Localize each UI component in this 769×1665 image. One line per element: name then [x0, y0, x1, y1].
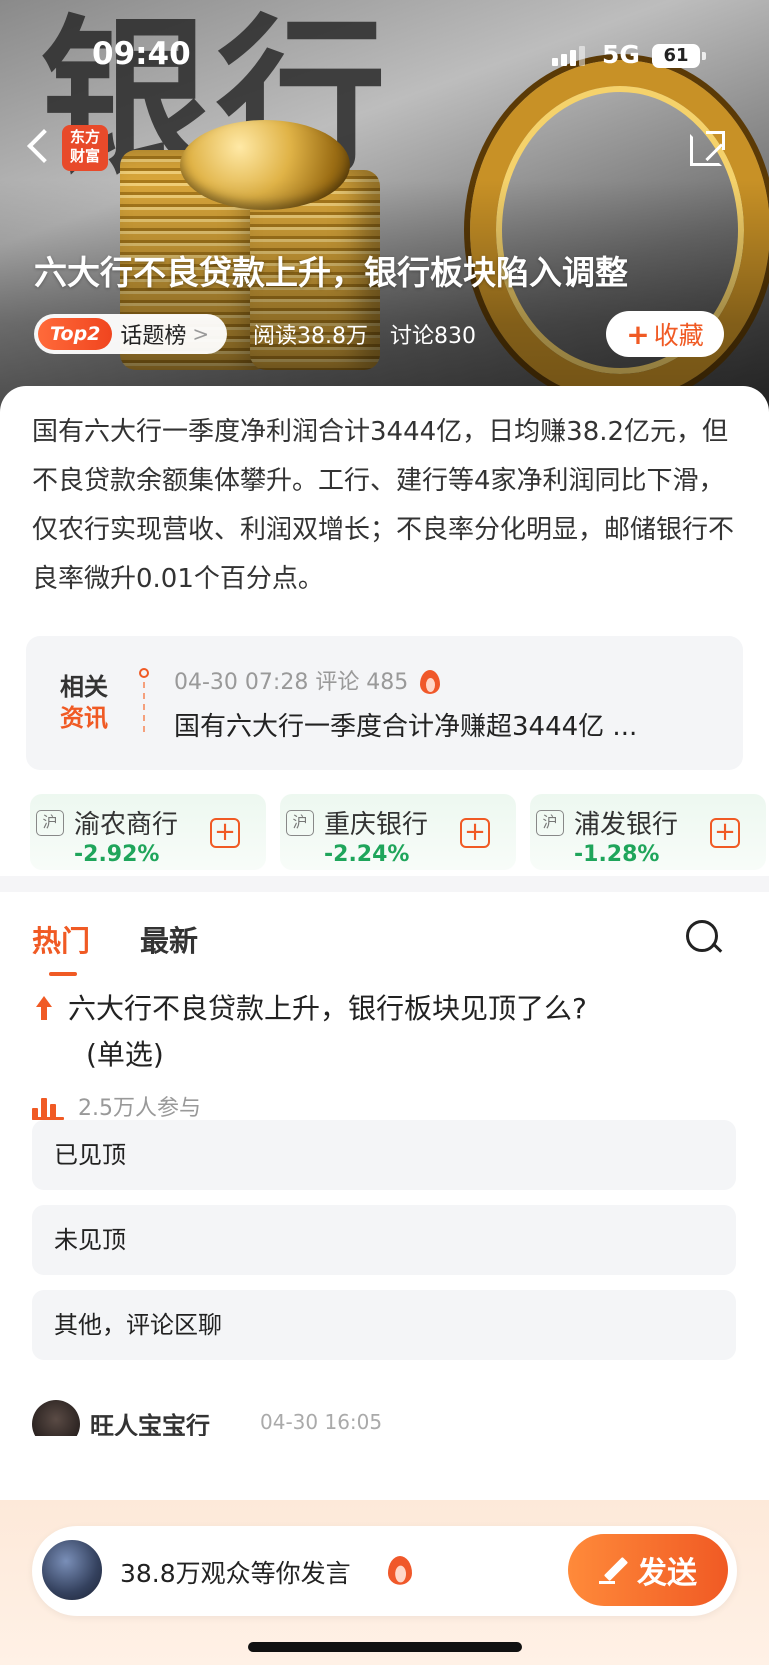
- comment-preview[interactable]: 旺人宝宝行 04-30 16:05: [32, 1396, 732, 1436]
- topic-title: 六大行不良贷款上升，银行板块陷入调整: [34, 253, 628, 292]
- composer-placeholder[interactable]: 38.8万观众等你发言: [120, 1554, 351, 1590]
- back-icon[interactable]: [24, 126, 56, 170]
- chevron-right-icon: >: [192, 322, 210, 346]
- send-label: 发送: [637, 1556, 697, 1591]
- avatar: [40, 1538, 104, 1602]
- add-watchlist-icon[interactable]: +: [710, 818, 740, 848]
- status-bar: 09:40 5G 61: [0, 36, 769, 76]
- send-button[interactable]: 发送: [568, 1534, 728, 1606]
- stock-name: 渝农商行: [74, 810, 179, 840]
- market-badge: 沪: [36, 810, 64, 836]
- favorite-label: 收藏: [653, 321, 704, 350]
- favorite-button[interactable]: + 收藏: [606, 311, 724, 357]
- section-divider: [0, 876, 769, 892]
- comment-tabs: 热门 最新: [32, 902, 732, 982]
- add-watchlist-icon[interactable]: +: [460, 818, 490, 848]
- comment-composer[interactable]: 38.8万观众等你发言 发送: [32, 1526, 737, 1616]
- topic-stats: 阅读38.8万 讨论830: [253, 318, 476, 350]
- stock-change: -2.92%: [74, 842, 160, 867]
- topic-rank-badge[interactable]: Top2 话题榜 >: [34, 314, 228, 354]
- fire-icon: [418, 666, 442, 694]
- timeline-dot-icon: [138, 668, 150, 732]
- bar-chart-icon: [32, 1094, 64, 1120]
- related-news-meta: 04-30 07:28 评论 485: [174, 664, 442, 696]
- related-stocks: 沪 渝农商行 -2.92% + 沪 重庆银行 -2.24% + 沪 浦发银行 -…: [30, 794, 769, 874]
- stock-card[interactable]: 沪 渝农商行 -2.92% +: [30, 794, 266, 870]
- status-time: 09:40: [92, 36, 191, 72]
- trending-up-icon: [32, 996, 56, 1020]
- topic-summary: 国有六大行一季度净利润合计3444亿，日均赚38.2亿元，但不良贷款余额集体攀升…: [32, 417, 735, 594]
- home-indicator: [248, 1642, 522, 1652]
- comment-author: 旺人宝宝行: [90, 1412, 210, 1436]
- fire-icon: [386, 1551, 415, 1585]
- search-icon[interactable]: [686, 920, 722, 956]
- hero-banner: 银行 09:40 5G 61 东方 财富 六大行不良贷款上升，银行板块陷入调整 T…: [0, 0, 769, 420]
- market-badge: 沪: [286, 810, 314, 836]
- poll-participants: 2.5万人参与: [78, 1096, 201, 1121]
- share-icon[interactable]: [690, 131, 725, 166]
- tab-latest[interactable]: 最新: [140, 918, 198, 960]
- poll-option[interactable]: 已见顶: [32, 1120, 736, 1190]
- discussion-count: 讨论830: [390, 324, 476, 349]
- related-news-card[interactable]: 相关 资讯 04-30 07:28 评论 485 国有六大行一季度合计净赚超34…: [26, 636, 743, 770]
- read-count: 阅读38.8万: [253, 324, 368, 349]
- related-news-tag: 相关 资讯: [60, 673, 108, 732]
- related-news-headline[interactable]: 国有六大行一季度合计净赚超3444亿 ...: [174, 706, 637, 743]
- signal-icon: [552, 46, 585, 66]
- stock-change: -1.28%: [574, 842, 660, 867]
- market-badge: 沪: [536, 810, 564, 836]
- rank-tag: Top2: [38, 318, 113, 350]
- bottom-bar: 38.8万观众等你发言 发送: [0, 1500, 769, 1665]
- stock-name: 重庆银行: [324, 810, 429, 840]
- plus-icon: +: [626, 317, 650, 351]
- pencil-icon: [599, 1555, 629, 1585]
- stock-card[interactable]: 沪 浦发银行 -1.28% +: [530, 794, 766, 870]
- poll-option[interactable]: 未见顶: [32, 1205, 736, 1275]
- content-card: 国有六大行一季度净利润合计3444亿，日均赚38.2亿元，但不良贷款余额集体攀升…: [0, 386, 769, 1576]
- battery-icon: 61: [652, 44, 706, 68]
- network-type: 5G: [602, 40, 640, 69]
- add-watchlist-icon[interactable]: +: [210, 818, 240, 848]
- active-tab-indicator: [49, 972, 77, 976]
- stock-change: -2.24%: [324, 842, 410, 867]
- comment-time: 04-30 16:05: [260, 1410, 383, 1434]
- avatar[interactable]: [32, 1400, 80, 1436]
- rank-label: 话题榜: [120, 324, 187, 349]
- stock-card[interactable]: 沪 重庆银行 -2.24% +: [280, 794, 516, 870]
- tab-hot[interactable]: 热门: [32, 918, 90, 960]
- poll-option[interactable]: 其他，评论区聊: [32, 1290, 736, 1360]
- app-logo: 东方 财富: [62, 125, 108, 171]
- poll-question: 六大行不良贷款上升，银行板块见顶了么? (单选): [68, 992, 587, 1071]
- stock-name: 浦发银行: [574, 810, 679, 840]
